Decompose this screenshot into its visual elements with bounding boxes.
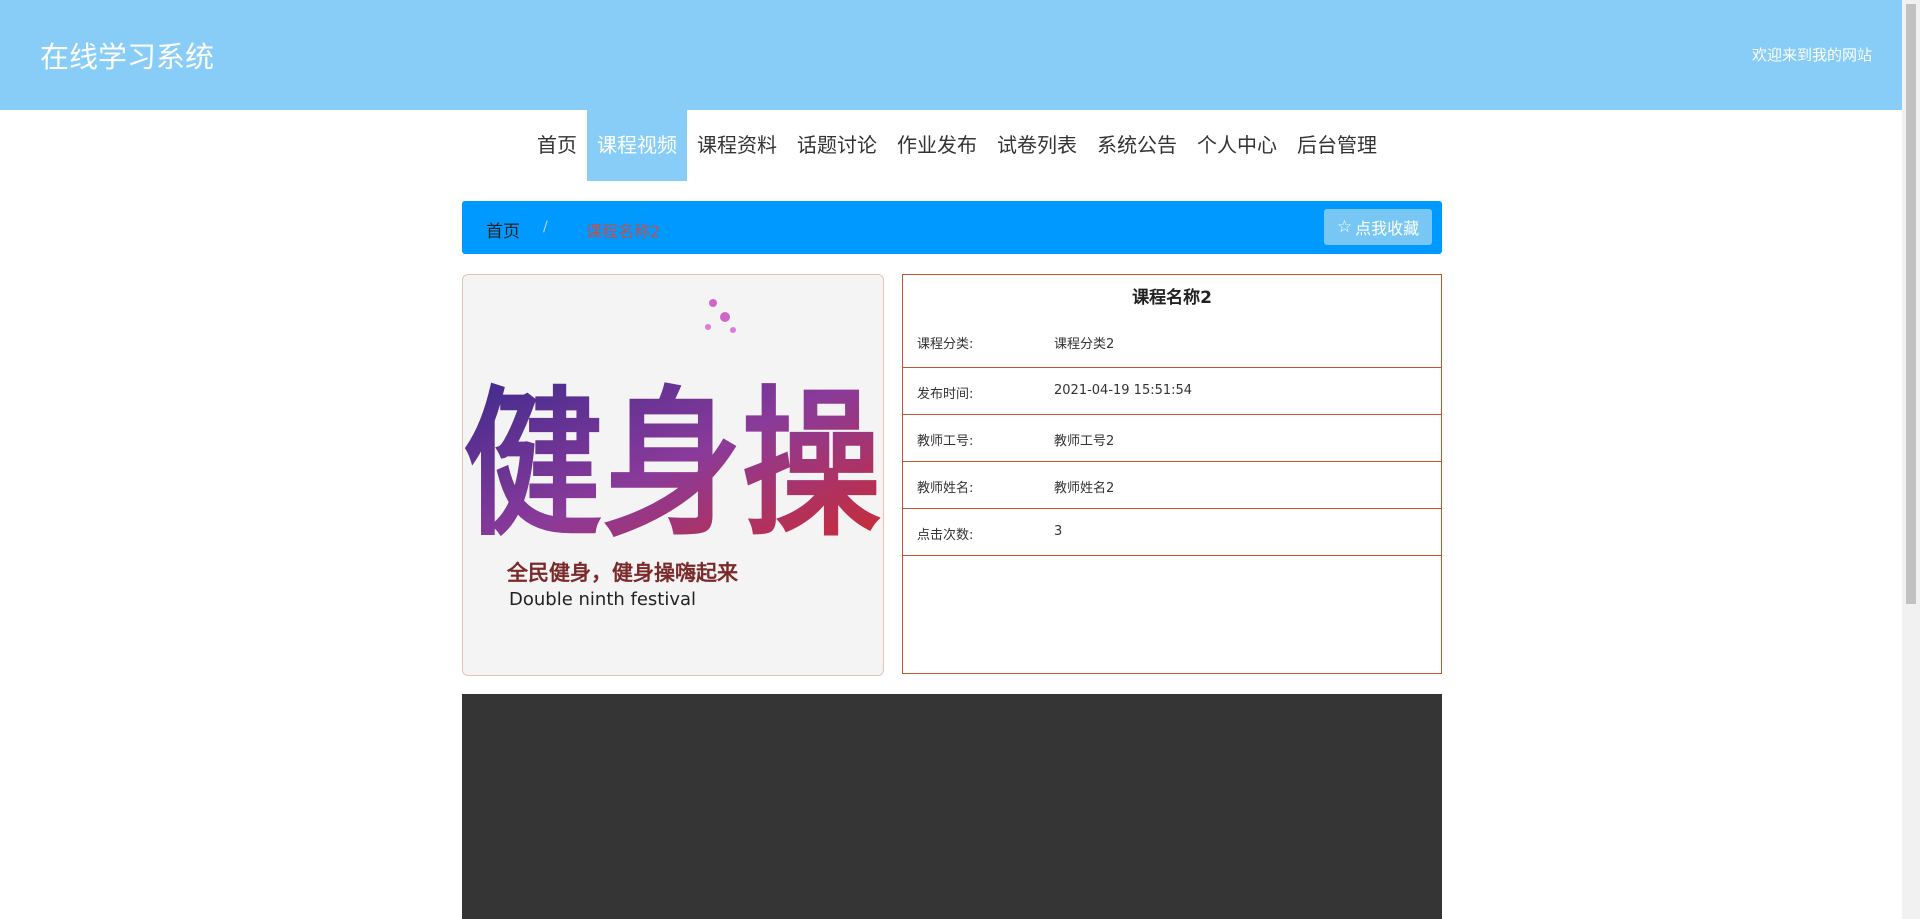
course-title: 课程名称2 bbox=[1132, 288, 1212, 308]
nav-item-announcements[interactable]: 系统公告 bbox=[1087, 110, 1187, 181]
nav-item-course-videos[interactable]: 课程视频 bbox=[587, 110, 687, 181]
detail-value: 2021-04-19 15:51:54 bbox=[1054, 383, 1193, 398]
detail-label: 教师工号: bbox=[917, 434, 974, 449]
poster-title-glyphs: 健身操 bbox=[463, 370, 881, 558]
favorite-button-label: 点我收藏 bbox=[1355, 219, 1420, 238]
nav-item-homework[interactable]: 作业发布 bbox=[887, 110, 987, 181]
breadcrumb-home-link[interactable]: 首页 bbox=[486, 217, 520, 242]
detail-row-publish-time: 发布时间: 2021-04-19 15:51:54 bbox=[903, 368, 1441, 415]
breadcrumb-current: 课程名称2 bbox=[586, 222, 661, 241]
breadcrumb-separator: / bbox=[543, 219, 548, 235]
detail-row-click-count: 点击次数: 3 bbox=[903, 509, 1441, 556]
detail-label: 发布时间: bbox=[917, 387, 974, 402]
poster-graphic: 健身操 全民健身，健身操嗨起来 Double ninth festival bbox=[463, 275, 883, 675]
nav-item-topic-discussion[interactable]: 话题讨论 bbox=[787, 110, 887, 181]
breadcrumb: 首页 / 课程名称2 ☆ 点我收藏 bbox=[462, 201, 1442, 254]
poster-slogan: 全民健身，健身操嗨起来 bbox=[506, 561, 739, 585]
site-title[interactable]: 在线学习系统 bbox=[40, 34, 214, 76]
video-player[interactable] bbox=[462, 694, 1442, 919]
detail-value: 教师姓名2 bbox=[1054, 481, 1115, 496]
page-scrollbar[interactable] bbox=[1902, 0, 1920, 919]
nav-item-admin[interactable]: 后台管理 bbox=[1287, 110, 1387, 181]
star-icon: ☆ bbox=[1336, 217, 1353, 237]
main-nav: 首页 课程视频 课程资料 话题讨论 作业发布 试卷列表 系统公告 个人中心 后台… bbox=[0, 110, 1902, 181]
detail-value: 3 bbox=[1054, 524, 1063, 539]
nav-item-home[interactable]: 首页 bbox=[527, 110, 587, 181]
poster-subtitle: Double ninth festival bbox=[509, 589, 696, 610]
detail-label: 教师姓名: bbox=[917, 481, 974, 496]
detail-label: 点击次数: bbox=[917, 528, 974, 543]
welcome-text: 欢迎来到我的网站 bbox=[1751, 46, 1872, 64]
site-header: 在线学习系统 欢迎来到我的网站 bbox=[0, 0, 1902, 110]
course-poster-image: 健身操 全民健身，健身操嗨起来 Double ninth festival bbox=[462, 274, 884, 676]
course-details-panel: 课程名称2 课程分类: 课程分类2 发布时间: 2021-04-19 15:51… bbox=[902, 274, 1442, 674]
scrollbar-thumb[interactable] bbox=[1906, 4, 1916, 604]
favorite-button[interactable]: ☆ 点我收藏 bbox=[1324, 209, 1432, 245]
detail-value: 教师工号2 bbox=[1054, 434, 1115, 449]
detail-value: 课程分类2 bbox=[1054, 337, 1115, 352]
nav-item-course-materials[interactable]: 课程资料 bbox=[687, 110, 787, 181]
detail-row-category: 课程分类: 课程分类2 bbox=[903, 321, 1441, 368]
detail-label: 课程分类: bbox=[917, 337, 974, 352]
detail-row-teacher-name: 教师姓名: 教师姓名2 bbox=[903, 462, 1441, 509]
nav-item-personal-center[interactable]: 个人中心 bbox=[1187, 110, 1287, 181]
detail-row-teacher-id: 教师工号: 教师工号2 bbox=[903, 415, 1441, 462]
nav-item-exam-list[interactable]: 试卷列表 bbox=[987, 110, 1087, 181]
